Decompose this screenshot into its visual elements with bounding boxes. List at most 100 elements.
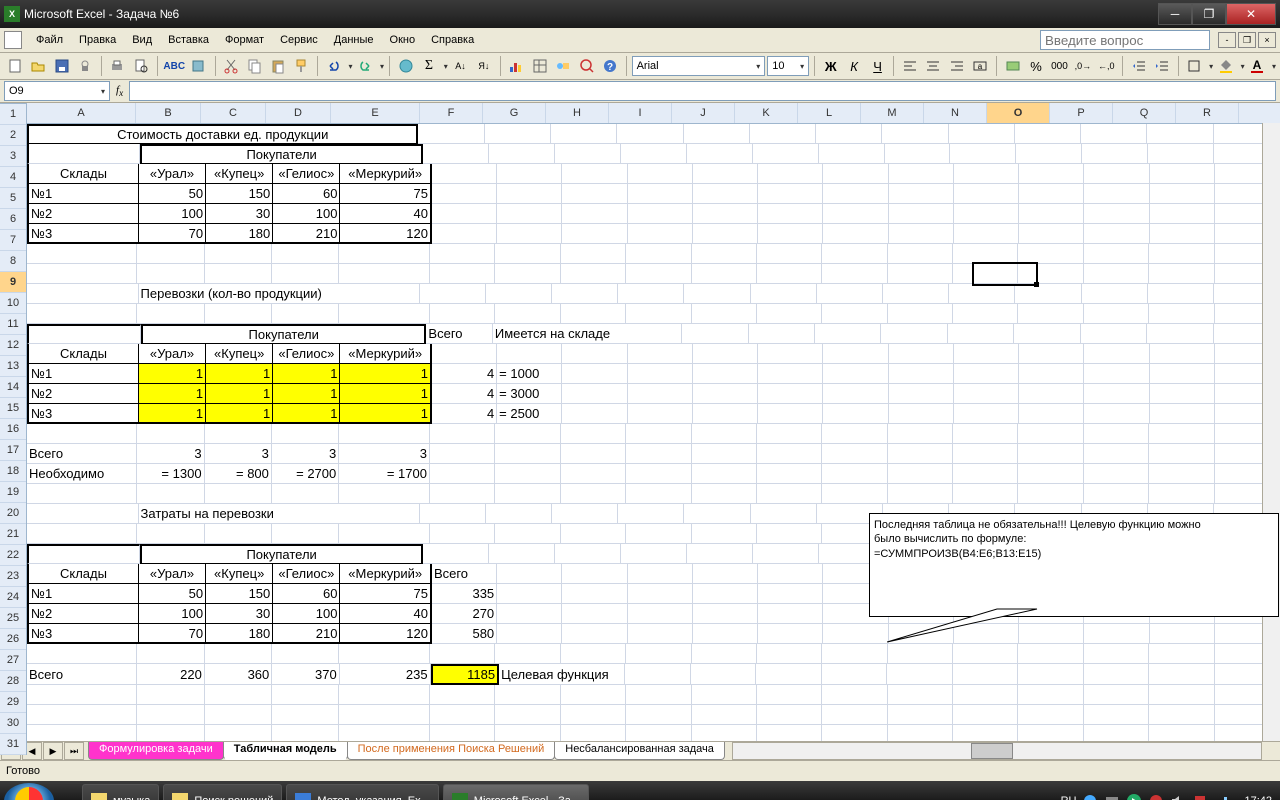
taskbar-item[interactable]: музыка <box>82 784 159 800</box>
sheet-tab[interactable]: Несбалансированная задача <box>554 742 725 760</box>
sheet-tab[interactable]: Формулировка задачи <box>88 742 224 760</box>
svg-text:a: a <box>978 62 983 71</box>
borders-dropdown[interactable]: ▾ <box>1209 62 1213 71</box>
sheet-tab-active[interactable]: Табличная модель <box>223 742 348 760</box>
window-titlebar: X Microsoft Excel - Задача №6 ─ ❐ ✕ <box>0 0 1280 28</box>
taskbar-item-active[interactable]: Microsoft Excel - За... <box>443 784 589 800</box>
print-icon[interactable] <box>107 54 128 78</box>
row-headers[interactable]: 1234567891011121314151617181920212223242… <box>0 104 27 755</box>
redo-icon[interactable] <box>355 54 376 78</box>
help-question-input[interactable] <box>1040 30 1210 50</box>
close-button[interactable]: ✕ <box>1226 3 1276 25</box>
font-color-icon[interactable]: А <box>1247 54 1268 78</box>
document-icon[interactable] <box>4 31 22 49</box>
language-indicator[interactable]: RU <box>1061 795 1077 800</box>
comma-icon[interactable]: 000 <box>1049 54 1070 78</box>
sort-asc-icon[interactable]: А↓ <box>450 54 471 78</box>
cut-icon[interactable] <box>220 54 241 78</box>
status-text: Готово <box>6 765 40 777</box>
taskbar-item[interactable]: Метод. указания_Ex... <box>286 784 438 800</box>
menu-format[interactable]: Формат <box>217 32 272 48</box>
percent-icon[interactable]: % <box>1025 54 1046 78</box>
menu-tools[interactable]: Сервис <box>272 32 326 48</box>
hyperlink-icon[interactable] <box>395 54 416 78</box>
menu-view[interactable]: Вид <box>124 32 160 48</box>
comment-tail <box>887 607 1047 647</box>
undo-icon[interactable] <box>323 54 344 78</box>
save-icon[interactable] <box>51 54 72 78</box>
column-headers[interactable]: ABCDEFGHIJKLMNOPQR <box>27 103 1280 124</box>
merge-icon[interactable]: a <box>970 54 991 78</box>
permission-icon[interactable] <box>74 54 95 78</box>
align-right-icon[interactable] <box>946 54 967 78</box>
align-left-icon[interactable] <box>899 54 920 78</box>
research-icon[interactable] <box>188 54 209 78</box>
zoom-icon[interactable] <box>576 54 597 78</box>
maximize-button[interactable]: ❐ <box>1192 3 1226 25</box>
minimize-button[interactable]: ─ <box>1158 3 1192 25</box>
chart-icon[interactable] <box>506 54 527 78</box>
fill-color-icon[interactable] <box>1215 54 1236 78</box>
mdi-close[interactable]: × <box>1258 32 1276 48</box>
decrease-indent-icon[interactable] <box>1128 54 1149 78</box>
menu-edit[interactable]: Правка <box>71 32 124 48</box>
undo-dropdown[interactable]: ▾ <box>348 62 352 71</box>
help-icon[interactable]: ? <box>599 54 620 78</box>
horizontal-scrollbar[interactable] <box>732 742 1262 760</box>
comment-box[interactable]: Последняя таблица не обязательна!!! Целе… <box>869 513 1279 617</box>
align-center-icon[interactable] <box>923 54 944 78</box>
tray-icon[interactable] <box>1104 793 1120 800</box>
drawing-icon[interactable] <box>552 54 573 78</box>
menu-window[interactable]: Окно <box>382 32 424 48</box>
redo-dropdown[interactable]: ▾ <box>380 62 384 71</box>
svg-text:?: ? <box>607 62 613 73</box>
print-preview-icon[interactable] <box>130 54 151 78</box>
currency-icon[interactable] <box>1002 54 1023 78</box>
menu-insert[interactable]: Вставка <box>160 32 217 48</box>
tray-network-icon[interactable] <box>1214 793 1230 800</box>
new-icon[interactable] <box>4 54 25 78</box>
cell-grid[interactable]: Стоимость доставки ед. продукцииПокупате… <box>27 124 1280 741</box>
mdi-minimize[interactable]: - <box>1218 32 1236 48</box>
copy-icon[interactable] <box>244 54 265 78</box>
decrease-decimal-icon[interactable]: ←,0 <box>1096 54 1117 78</box>
open-icon[interactable] <box>27 54 48 78</box>
formula-bar[interactable] <box>129 81 1276 101</box>
menu-file[interactable]: Файл <box>28 32 71 48</box>
tab-last[interactable]: ⏭ <box>64 742 84 760</box>
fill-dropdown[interactable]: ▾ <box>1241 62 1245 71</box>
sort-desc-icon[interactable]: Я↓ <box>473 54 494 78</box>
paste-icon[interactable] <box>267 54 288 78</box>
autosum-dropdown[interactable]: ▾ <box>444 62 448 71</box>
menu-data[interactable]: Данные <box>326 32 382 48</box>
underline-icon[interactable]: Ч <box>867 54 888 78</box>
tray-volume-icon[interactable] <box>1170 793 1186 800</box>
fontcolor-dropdown[interactable]: ▾ <box>1272 62 1276 71</box>
tray-icon[interactable] <box>1148 793 1164 800</box>
vertical-scrollbar[interactable] <box>1262 123 1280 741</box>
system-tray[interactable]: RU 17:42 <box>1061 793 1276 800</box>
mdi-restore[interactable]: ❐ <box>1238 32 1256 48</box>
bold-icon[interactable]: Ж <box>820 54 841 78</box>
tab-next[interactable]: ▶ <box>43 742 63 760</box>
autosum-icon[interactable]: Σ <box>418 54 439 78</box>
pivot-icon[interactable] <box>529 54 550 78</box>
start-button[interactable] <box>4 783 54 800</box>
italic-icon[interactable]: К <box>843 54 864 78</box>
font-size-selector[interactable]: 10▾ <box>767 56 809 76</box>
fx-icon[interactable]: fx <box>116 84 123 98</box>
increase-indent-icon[interactable] <box>1151 54 1172 78</box>
borders-icon[interactable] <box>1184 54 1205 78</box>
name-box[interactable]: O9▾ <box>4 81 110 101</box>
taskbar-item[interactable]: Поиск решений <box>163 784 282 800</box>
sheet-tab[interactable]: После применения Поиска Решений <box>347 742 556 760</box>
tray-play-icon[interactable] <box>1126 793 1142 800</box>
tray-icon[interactable] <box>1192 793 1208 800</box>
font-selector[interactable]: Arial▾ <box>632 56 766 76</box>
tray-icon[interactable] <box>1082 793 1098 800</box>
increase-decimal-icon[interactable]: ,0→ <box>1072 54 1093 78</box>
spelling-icon[interactable]: ABC <box>162 54 186 78</box>
menu-help[interactable]: Справка <box>423 32 482 48</box>
taskbar-clock[interactable]: 17:42 <box>1244 795 1272 800</box>
format-painter-icon[interactable] <box>291 54 312 78</box>
